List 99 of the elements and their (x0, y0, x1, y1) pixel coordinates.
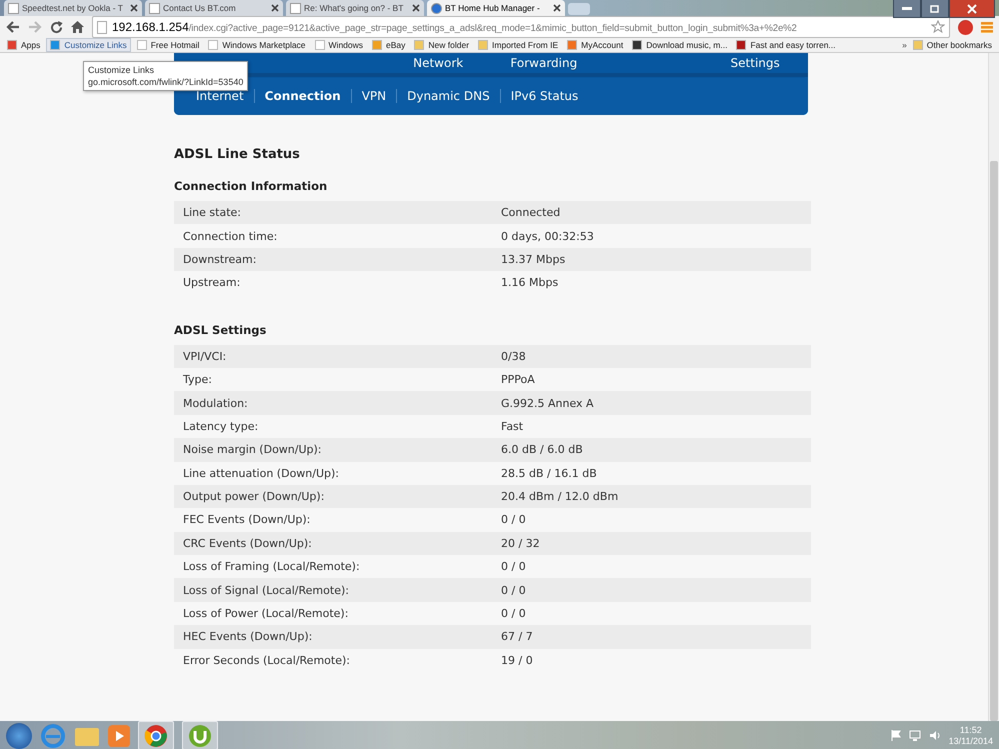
field-label: Downstream: (182, 252, 258, 266)
field-value: 67 / 7 (501, 630, 534, 644)
field-label: Latency type: (182, 420, 260, 433)
chrome-icon (144, 724, 168, 748)
taskbar-app[interactable] (182, 721, 218, 749)
field-value: 13.37 Mbps (501, 252, 566, 266)
page-heading: ADSL Line Status (174, 147, 301, 163)
close-icon[interactable] (130, 4, 138, 12)
field-label: Modulation: (182, 396, 249, 410)
nav-tab[interactable]: Settings (702, 56, 808, 73)
adblock-icon[interactable] (958, 20, 973, 34)
forward-icon[interactable] (28, 21, 42, 33)
tooltip-title: Customize Links (88, 64, 156, 76)
field-label: Upstream: (182, 276, 242, 290)
bookmark-folder[interactable]: Other bookmarks (910, 39, 995, 51)
bookmark[interactable]: Imported From IE (475, 39, 562, 51)
field-value: 0 / 0 (501, 560, 527, 574)
field-value: Connected (501, 206, 562, 220)
field-value: PPPoA (501, 373, 536, 386)
page-icon (431, 2, 442, 14)
page-icon (290, 2, 301, 14)
play-icon[interactable] (108, 724, 130, 746)
bookmark[interactable]: Apps (4, 39, 44, 51)
bookmark[interactable]: New folder (411, 39, 472, 51)
field-label: Line state: (182, 206, 242, 220)
browser-tab[interactable]: BT Home Hub Manager - (427, 0, 565, 16)
tooltip-url: go.microsoft.com/fwlink/?LinkId=53540 (88, 76, 244, 88)
field-label: Loss of Signal (Local/Remote): (182, 584, 350, 597)
restore-icon (930, 4, 940, 13)
sub-nav-link[interactable]: Dynamic DNS (396, 89, 500, 103)
start-button[interactable] (6, 722, 32, 748)
more-bookmarks-button[interactable]: » (902, 40, 907, 50)
field-label: Connection time: (182, 230, 278, 243)
back-icon[interactable] (6, 21, 20, 33)
field-value: 1.16 Mbps (501, 276, 560, 290)
field-label: Type: (182, 373, 213, 386)
minimize-icon (902, 6, 912, 10)
menu-icon[interactable] (981, 22, 993, 32)
bookmark[interactable]: Customize Links (46, 38, 131, 52)
bookmark[interactable]: Fast and easy torren... (733, 39, 839, 51)
page-icon (149, 2, 160, 14)
field-label: VPI/VCI: (182, 350, 228, 363)
field-value: Fast (501, 420, 524, 433)
bookmark[interactable]: Windows (312, 39, 366, 51)
field-label: Output power (Down/Up): (182, 490, 326, 504)
field-value: 28.5 dB / 16.1 dB (501, 466, 598, 480)
address-bar[interactable]: 192.168.1.254/index.cgi?active_page=9121&active_page_str=page_settings_a_adsl&req_mode=1&mimic_button_field=submit_button_login_submit%3a+%2e%2 (92, 16, 950, 38)
sub-nav-link[interactable]: Internet (186, 89, 254, 103)
star-icon[interactable] (931, 20, 945, 34)
sub-nav-link[interactable]: Connection (254, 89, 351, 103)
field-value: 19 / 0 (501, 654, 534, 667)
restore-button[interactable] (921, 0, 949, 18)
field-label: Error Seconds (Local/Remote): (182, 654, 351, 667)
field-label: HEC Events (Down/Up): (182, 630, 314, 644)
field-label: Line attenuation (Down/Up): (182, 466, 340, 480)
section-heading: Connection Information (174, 179, 328, 193)
minimize-button[interactable] (893, 0, 921, 18)
bookmark[interactable]: MyAccount (564, 39, 626, 51)
close-icon[interactable] (553, 4, 561, 12)
field-label: FEC Events (Down/Up): (182, 513, 312, 526)
page-icon (8, 2, 19, 14)
field-label: Loss of Framing (Local/Remote): (182, 560, 361, 574)
taskbar-app[interactable] (138, 721, 174, 749)
close-icon[interactable] (412, 4, 420, 12)
sub-nav-link[interactable]: IPv6 Status (500, 89, 588, 103)
nav-tab[interactable]: Forwarding (490, 56, 597, 73)
field-label: CRC Events (Down/Up): (182, 536, 313, 550)
network-icon[interactable] (908, 730, 921, 741)
field-label: Loss of Power (Local/Remote): (182, 607, 350, 620)
flag-icon[interactable] (890, 730, 901, 741)
section-heading: ADSL Settings (174, 322, 268, 337)
field-label: Noise margin (Down/Up): (182, 443, 322, 456)
field-value: 0 days, 00:32:53 (501, 230, 595, 243)
sub-nav-link[interactable]: VPN (350, 89, 396, 103)
scrollbar[interactable] (988, 53, 999, 721)
new-tab-button[interactable] (568, 3, 590, 15)
reload-icon[interactable] (50, 20, 63, 34)
field-value: 0 / 0 (501, 607, 527, 620)
home-icon[interactable] (71, 21, 84, 33)
bookmark[interactable]: Download music, m... (629, 39, 730, 51)
browser-tab[interactable]: Speedtest.net by Ookla - T (4, 0, 142, 16)
bookmark[interactable]: Free Hotmail (134, 39, 202, 51)
field-value: 6.0 dB / 6.0 dB (501, 443, 584, 456)
field-value: G.992.5 Annex A (501, 396, 595, 410)
field-value: 0 / 0 (501, 584, 527, 597)
browser-tab[interactable]: Contact Us BT.com (145, 0, 283, 16)
close-icon[interactable] (271, 4, 279, 12)
browser-tab[interactable]: Re: What's going on? - BT (286, 0, 424, 16)
field-value: 0 / 0 (501, 513, 527, 526)
field-value: 0/38 (501, 350, 527, 363)
speaker-icon[interactable] (928, 730, 941, 741)
field-value: 20 / 32 (501, 536, 541, 550)
close-icon (967, 4, 977, 14)
bookmark[interactable]: Windows Marketplace (205, 39, 309, 51)
close-button[interactable] (949, 0, 995, 18)
nav-tab[interactable]: Network (385, 56, 491, 73)
bookmark[interactable]: eBay (369, 39, 408, 51)
u-logo-icon (188, 724, 212, 748)
field-value: 20.4 dBm / 12.0 dBm (501, 490, 620, 504)
